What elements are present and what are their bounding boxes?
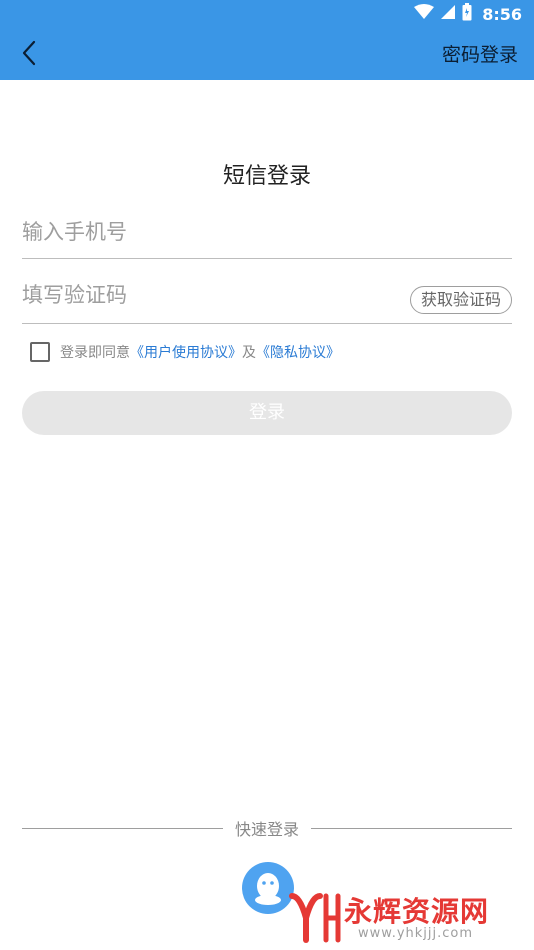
battery-icon (462, 3, 472, 25)
verification-code-input[interactable] (22, 283, 382, 307)
page-title: 短信登录 (222, 164, 311, 189)
status-time: 8:56 (482, 4, 522, 24)
get-code-button[interactable]: 获取验证码 (409, 286, 512, 314)
watermark-url: www.yhkjjj.com (358, 926, 474, 941)
app-bar: 8:56 密码登录 (0, 0, 534, 80)
divider-line-right (311, 827, 513, 829)
user-agreement-link[interactable]: 《用户使用协议》 (130, 342, 242, 362)
watermark-logo-icon (289, 893, 341, 943)
watermark: 永辉资源网 www.yhkjjj.com (286, 888, 526, 946)
status-bar: 8:56 (0, 0, 534, 28)
privacy-policy-link[interactable]: 《隐私协议》 (256, 342, 340, 362)
divider-line-left (22, 827, 223, 829)
agreement-checkbox[interactable] (30, 342, 50, 362)
login-button[interactable]: 登录 (22, 391, 512, 435)
agreement-row: 登录即同意 《用户使用协议》 及 《隐私协议》 (30, 340, 340, 364)
back-button[interactable] (14, 36, 48, 70)
password-login-link[interactable]: 密码登录 (442, 40, 518, 67)
watermark-title: 永辉资源网 (344, 895, 490, 928)
quick-login-divider: 快速登录 (22, 816, 513, 840)
phone-field (22, 220, 512, 259)
phone-input[interactable] (22, 220, 382, 244)
agreement-and: 及 (242, 345, 256, 361)
agreement-prefix: 登录即同意 (60, 345, 130, 361)
wifi-icon (414, 4, 435, 24)
status-icons: 8:56 (414, 3, 522, 25)
cell-signal-icon (440, 4, 456, 24)
code-field: 获取验证码 (22, 283, 512, 324)
chevron-left-icon (22, 40, 36, 66)
quick-login-label: 快速登录 (235, 820, 300, 839)
